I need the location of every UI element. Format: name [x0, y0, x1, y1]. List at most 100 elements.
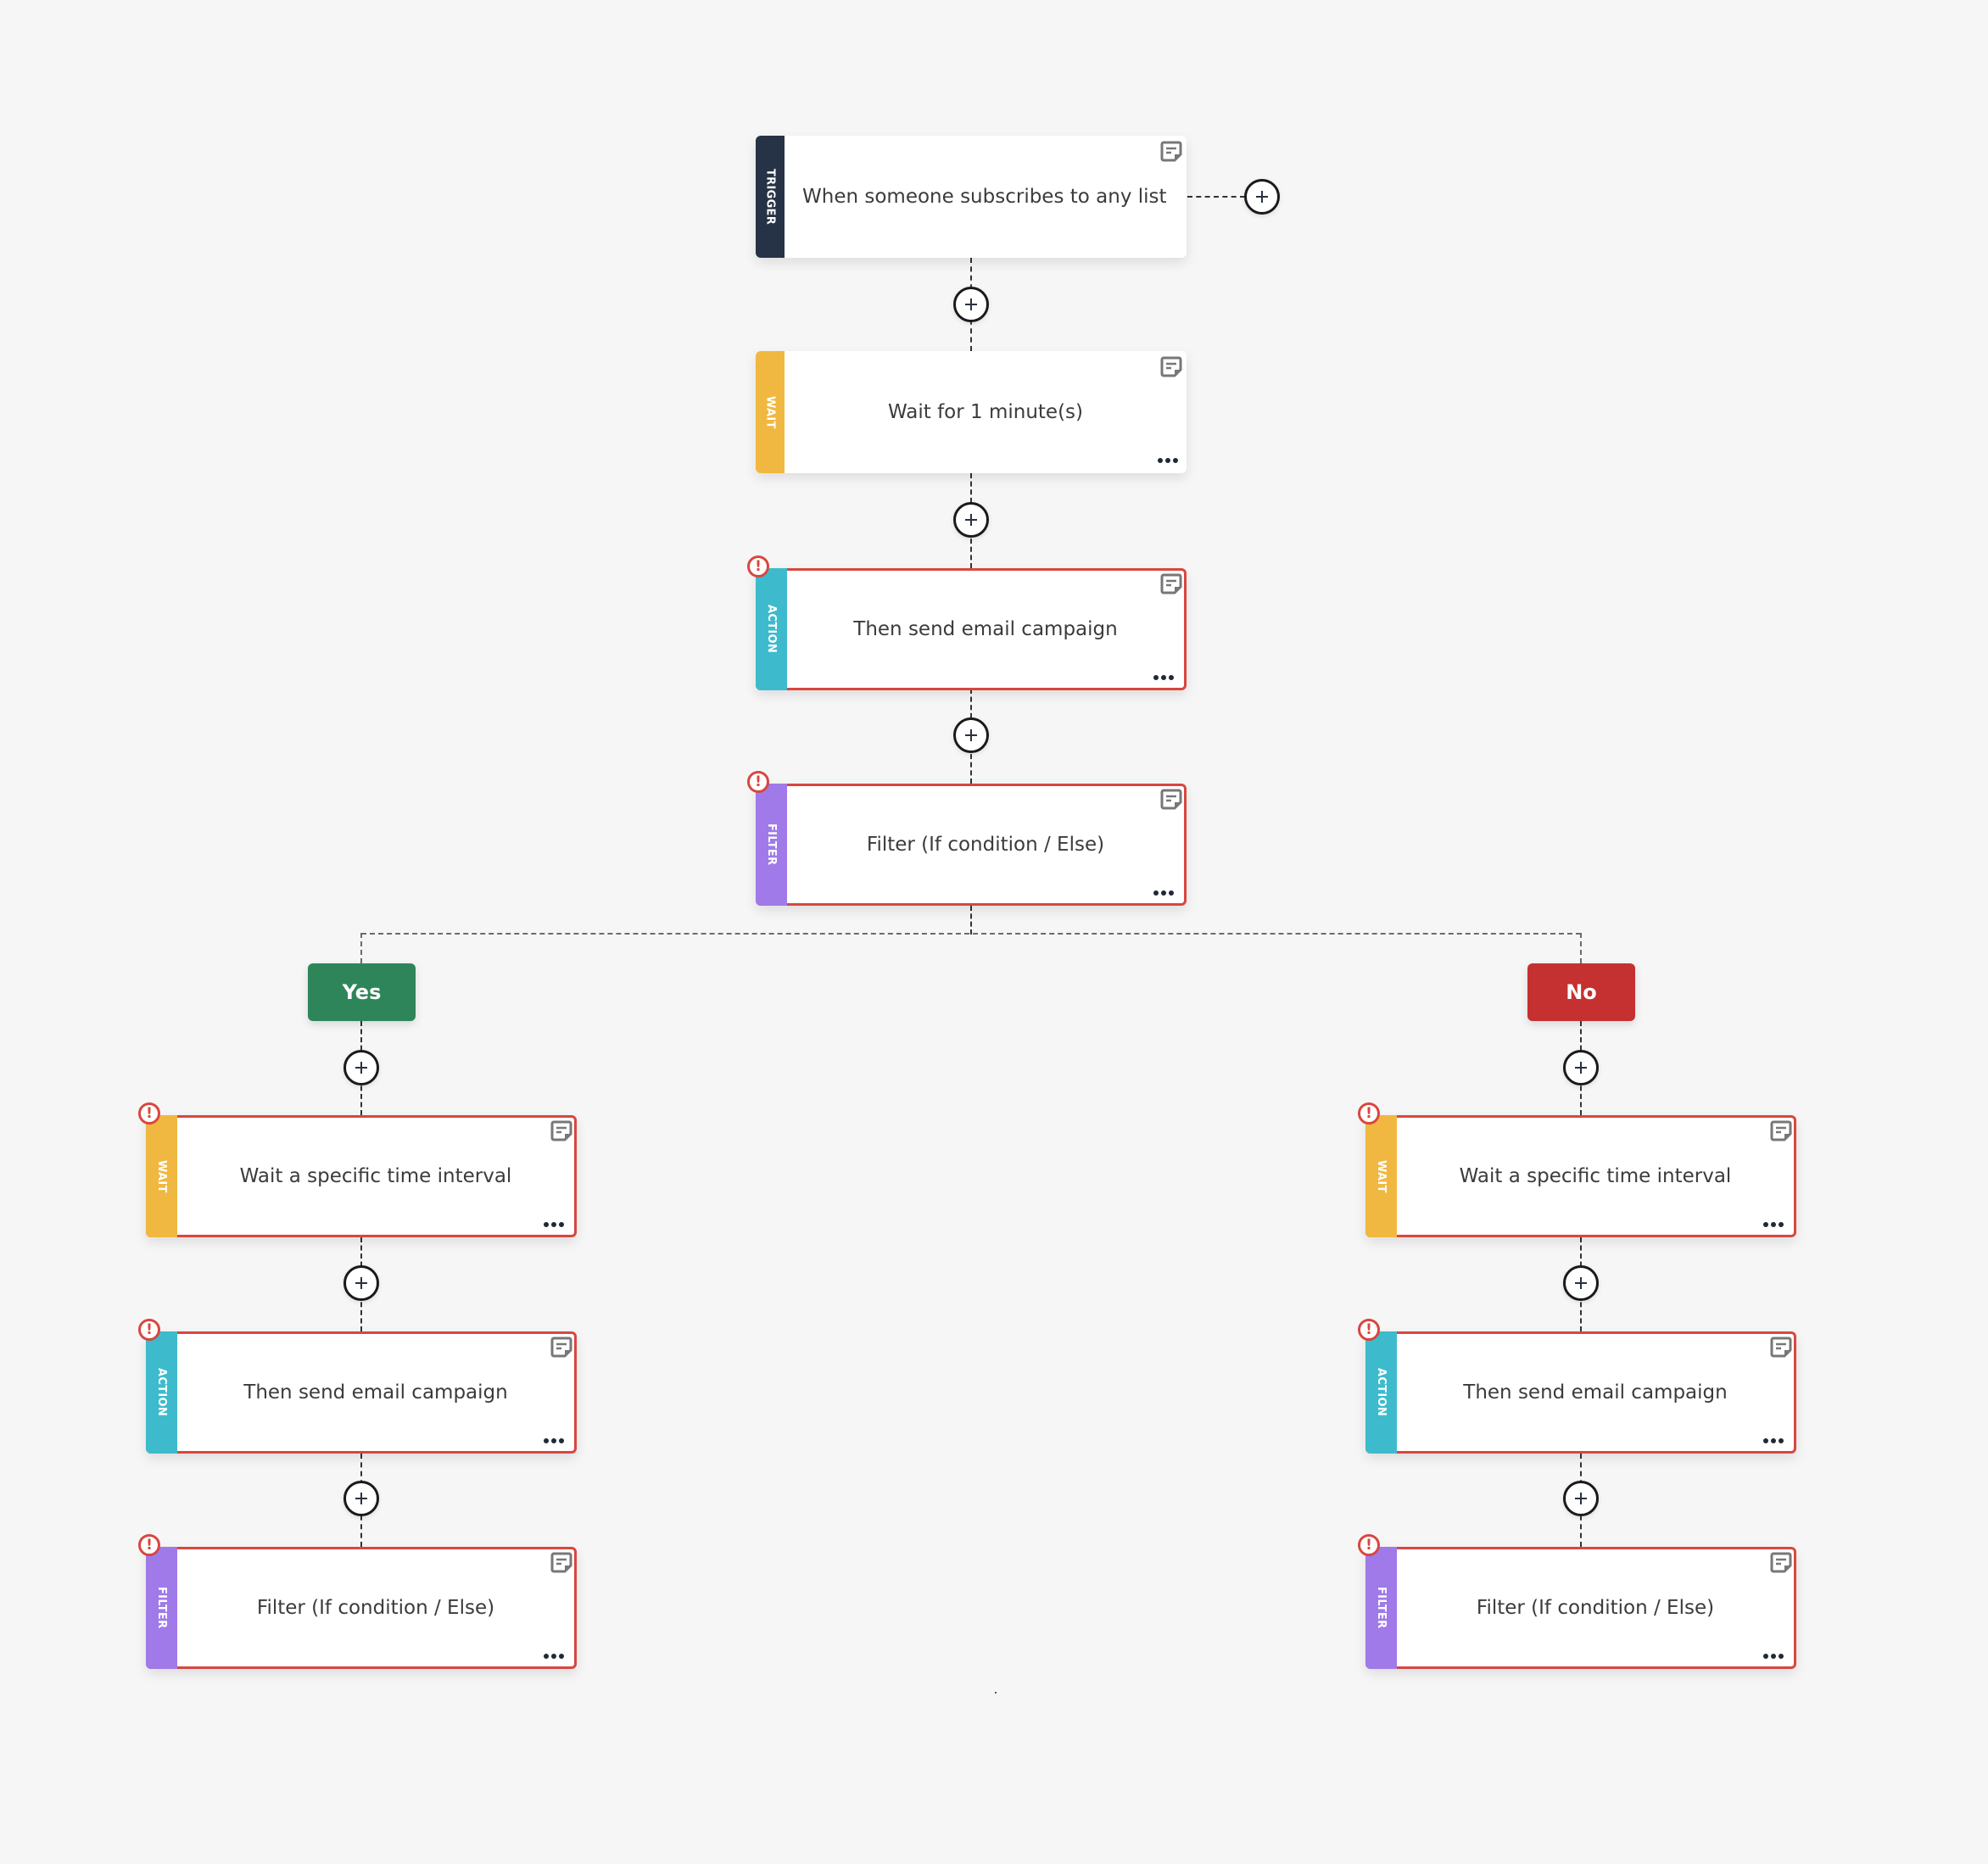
plus-icon	[965, 729, 977, 741]
note-icon[interactable]	[1159, 139, 1183, 163]
step-title: Then send email campaign	[243, 1381, 508, 1404]
step-title: Then send email campaign	[853, 618, 1118, 640]
add-step-button[interactable]	[343, 1050, 379, 1085]
more-dots-icon[interactable]	[544, 1654, 564, 1659]
step-title: Wait a specific time interval	[239, 1165, 512, 1187]
note-icon[interactable]	[1769, 1550, 1793, 1574]
wait-type-strip: WAIT	[146, 1115, 177, 1237]
note-icon[interactable]	[550, 1550, 573, 1574]
error-badge: !	[1358, 1102, 1380, 1125]
branch-connector	[361, 933, 1581, 935]
trigger-type-strip: TRIGGER	[756, 136, 785, 258]
action-card[interactable]: ACTION Then send email campaign	[756, 568, 1187, 690]
step-type-label: WAIT	[155, 1159, 168, 1193]
action-card[interactable]: ACTION Then send email campaign	[146, 1331, 577, 1454]
step-type-label: WAIT	[1375, 1159, 1388, 1193]
add-step-button[interactable]	[953, 502, 989, 538]
note-glyph	[1770, 1552, 1792, 1573]
add-step-button[interactable]	[1563, 1050, 1599, 1085]
action-type-strip: ACTION	[1365, 1331, 1397, 1454]
note-glyph	[550, 1337, 572, 1358]
plus-icon	[965, 299, 977, 310]
add-step-button[interactable]	[343, 1481, 379, 1516]
branch-connector	[360, 933, 362, 963]
error-badge: !	[138, 1102, 160, 1125]
note-glyph	[1160, 789, 1182, 810]
plus-icon	[1575, 1277, 1587, 1289]
step-title: Wait a specific time interval	[1459, 1165, 1732, 1187]
add-step-button[interactable]	[953, 717, 989, 753]
yes-branch-label[interactable]: Yes	[308, 963, 416, 1021]
step-type-label: FILTER	[155, 1587, 168, 1629]
filter-card[interactable]: FILTER Filter (If condition / Else)	[1365, 1547, 1796, 1669]
plus-icon	[1575, 1062, 1587, 1074]
step-type-label: FILTER	[1375, 1587, 1388, 1629]
wait-card[interactable]: WAIT Wait for 1 minute(s)	[756, 351, 1187, 473]
note-glyph	[1160, 573, 1182, 594]
add-step-button[interactable]	[343, 1265, 379, 1301]
step-type-label: TRIGGER	[763, 168, 777, 226]
note-icon[interactable]	[1769, 1335, 1793, 1359]
note-glyph	[1770, 1120, 1792, 1141]
step-type-label: ACTION	[155, 1368, 168, 1417]
step-title: Then send email campaign	[1463, 1381, 1728, 1404]
no-branch-label[interactable]: No	[1527, 963, 1635, 1021]
plus-icon	[1575, 1493, 1587, 1504]
filter-type-strip: FILTER	[1365, 1547, 1397, 1669]
step-title: Filter (If condition / Else)	[256, 1597, 495, 1619]
error-badge: !	[747, 771, 769, 793]
workflow-canvas: TRIGGER When someone subscribes to any l…	[0, 0, 1988, 1864]
more-dots-icon[interactable]	[1153, 675, 1174, 680]
more-dots-icon[interactable]	[1763, 1654, 1784, 1659]
action-type-strip: ACTION	[146, 1331, 177, 1454]
step-type-label: ACTION	[1375, 1368, 1388, 1417]
note-icon[interactable]	[1769, 1119, 1793, 1142]
more-dots-icon[interactable]	[1763, 1438, 1784, 1443]
step-title: Wait for 1 minute(s)	[887, 401, 1083, 423]
action-card[interactable]: ACTION Then send email campaign	[1365, 1331, 1796, 1454]
note-icon[interactable]	[1159, 354, 1183, 378]
note-icon[interactable]	[1159, 572, 1183, 595]
wait-card[interactable]: WAIT Wait a specific time interval	[1365, 1115, 1796, 1237]
step-type-label: FILTER	[765, 823, 778, 866]
connector	[1187, 196, 1245, 198]
add-step-button[interactable]	[1244, 179, 1280, 215]
plus-icon	[965, 514, 977, 526]
filter-type-strip: FILTER	[146, 1547, 177, 1669]
step-type-label: WAIT	[763, 395, 777, 429]
canvas-dot	[995, 1692, 997, 1694]
add-step-button[interactable]	[953, 287, 989, 322]
add-step-button[interactable]	[1563, 1265, 1599, 1301]
plus-icon	[355, 1493, 367, 1504]
plus-icon	[355, 1062, 367, 1074]
more-dots-icon[interactable]	[1158, 458, 1178, 463]
error-badge: !	[138, 1534, 160, 1556]
plus-icon	[355, 1277, 367, 1289]
more-dots-icon[interactable]	[544, 1438, 564, 1443]
error-badge: !	[1358, 1319, 1380, 1341]
note-glyph	[1160, 356, 1182, 377]
add-step-button[interactable]	[1563, 1481, 1599, 1516]
step-title: Filter (If condition / Else)	[1476, 1597, 1715, 1619]
branch-connector	[1580, 933, 1582, 963]
trigger-card[interactable]: TRIGGER When someone subscribes to any l…	[756, 136, 1187, 258]
action-type-strip: ACTION	[756, 568, 787, 690]
note-glyph	[1160, 141, 1182, 162]
more-dots-icon[interactable]	[1153, 890, 1174, 896]
wait-card[interactable]: WAIT Wait a specific time interval	[146, 1115, 577, 1237]
filter-card[interactable]: FILTER Filter (If condition / Else)	[146, 1547, 577, 1669]
step-title: When someone subscribes to any list	[802, 186, 1167, 208]
more-dots-icon[interactable]	[1763, 1222, 1784, 1227]
connector	[970, 906, 972, 935]
note-glyph	[550, 1120, 572, 1141]
error-badge: !	[1358, 1534, 1380, 1556]
step-title: Filter (If condition / Else)	[866, 834, 1105, 856]
wait-type-strip: WAIT	[756, 351, 785, 473]
note-icon[interactable]	[1159, 787, 1183, 811]
error-badge: !	[747, 555, 769, 578]
note-icon[interactable]	[550, 1119, 573, 1142]
filter-card[interactable]: FILTER Filter (If condition / Else)	[756, 784, 1187, 906]
note-icon[interactable]	[550, 1335, 573, 1359]
more-dots-icon[interactable]	[544, 1222, 564, 1227]
note-glyph	[550, 1552, 572, 1573]
